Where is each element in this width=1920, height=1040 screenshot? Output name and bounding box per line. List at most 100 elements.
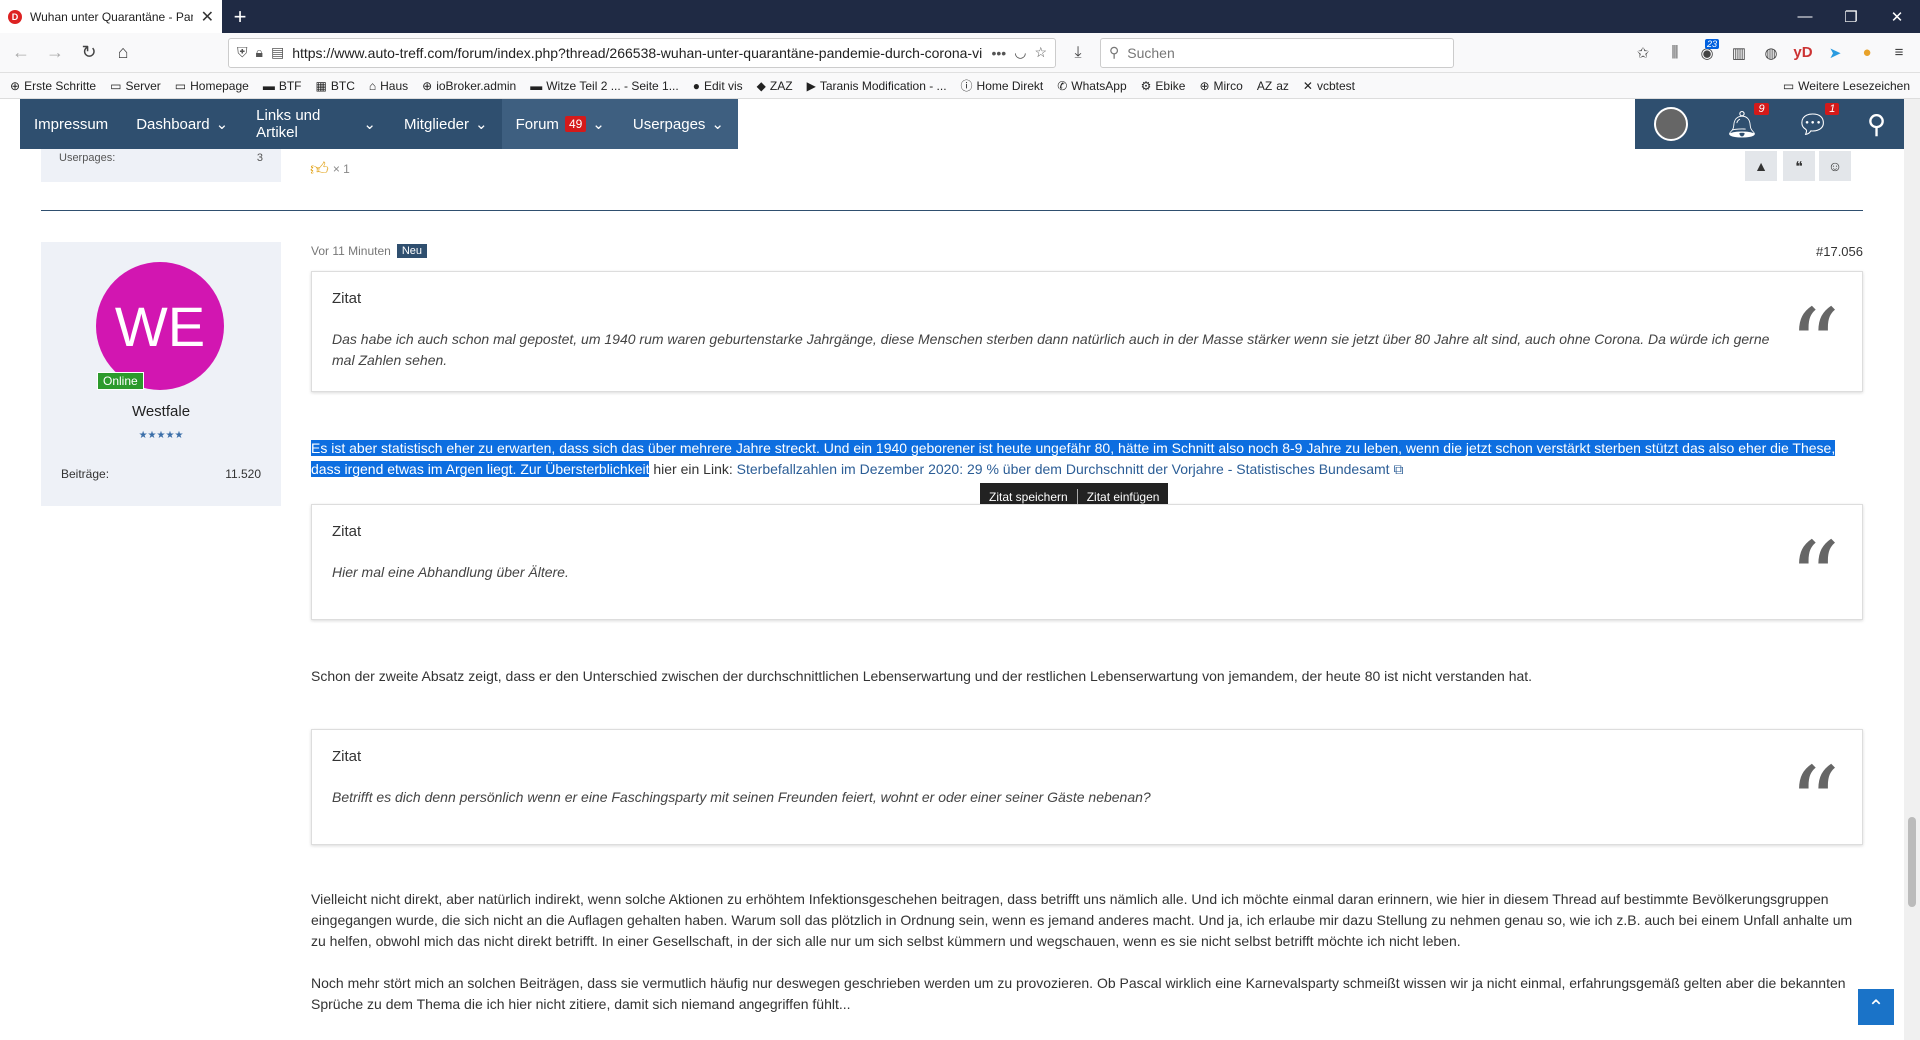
bundesamt-link[interactable]: Sterbefallzahlen im Dezember 2020: 29 % …	[737, 461, 1390, 477]
bookmark-item[interactable]: ▭ Server	[110, 79, 161, 93]
reaction-count: × 1	[332, 162, 350, 176]
sidebar-icon[interactable]: ▥	[1724, 38, 1754, 68]
browser-tab[interactable]: D Wuhan unter Quarantäne - Pan ✕	[0, 0, 222, 33]
url-bar[interactable]: ⛨ 🔒︎ ▤ https://www.auto-treff.com/forum/…	[228, 37, 1056, 68]
post-paragraph: Es ist aber statistisch eher zu erwarten…	[311, 438, 1863, 480]
bookmark-label: Home Direkt	[976, 78, 1044, 93]
username[interactable]: Westfale	[41, 403, 281, 420]
scrollbar-thumb[interactable]	[1908, 817, 1916, 907]
save-quote-button[interactable]: Zitat speichern	[980, 490, 1077, 504]
close-tab-icon[interactable]: ✕	[201, 7, 214, 27]
telegram-icon[interactable]: ➤	[1820, 38, 1850, 68]
globe-icon: ⊕	[1199, 78, 1210, 93]
bookmark-item[interactable]: ⚙ Ebike	[1141, 79, 1186, 93]
nav-forum[interactable]: Forum 49 ⌄	[501, 99, 619, 149]
extension-icon[interactable]: ◉ 23	[1692, 38, 1722, 68]
globe-icon: ⊕	[10, 78, 21, 93]
extension-badge: 23	[1704, 38, 1719, 49]
bookmark-item[interactable]: ⊕ ioBroker.admin	[422, 79, 516, 93]
other-bookmarks[interactable]: ▭ Weitere Lesezeichen	[1783, 79, 1910, 93]
bookmark-item[interactable]: ▬ BTF	[263, 79, 302, 93]
nav-label: Links und Artikel	[256, 107, 321, 141]
pocket-icon[interactable]: ◡	[1014, 44, 1026, 61]
search-icon[interactable]: ⚲	[1867, 109, 1886, 140]
nav-mitglieder[interactable]: Mitglieder ⌄	[390, 99, 502, 149]
quote-text: Das habe ich auch schon mal gepostet, um…	[332, 331, 1770, 368]
search-bar[interactable]: ⚲ Suchen	[1100, 37, 1454, 68]
quote-header: Zitat	[332, 523, 362, 540]
account-icon[interactable]: ◍	[1756, 38, 1786, 68]
post-number[interactable]: #17.056	[1816, 244, 1863, 259]
quote-mark-icon: “	[1788, 287, 1840, 404]
chevron-down-icon: ⌄	[475, 116, 488, 133]
page-actions-icon[interactable]: •••	[992, 45, 1007, 61]
bookmark-item[interactable]: ▶ Taranis Modification - ...	[807, 79, 947, 93]
bookmark-item[interactable]: ◆ ZAZ	[757, 79, 793, 93]
bookmark-item[interactable]: ▦ BTC	[316, 79, 355, 93]
reaction-summary[interactable]: 👍︎ × 1	[310, 158, 350, 180]
bookmarks-bar: ⊕ Erste Schritte ▭ Server ▭ Homepage ▬ BTF ▦ BTC ⌂…	[0, 73, 1920, 99]
download-icon[interactable]: ⤓	[1060, 44, 1096, 62]
bookmark-item[interactable]: AZ az	[1257, 79, 1289, 93]
lock-icon[interactable]: 🔒︎	[256, 44, 263, 61]
witze-icon: ▬	[530, 78, 543, 93]
addon-icon[interactable]: ●	[1852, 38, 1882, 68]
bookmark-item[interactable]: ⌂ Haus	[369, 79, 408, 93]
insert-quote-button[interactable]: Zitat einfügen	[1078, 490, 1169, 504]
report-icon[interactable]: ▲	[1745, 151, 1777, 181]
quote-icon[interactable]: ❝	[1783, 151, 1815, 181]
post-paragraph: Vielleicht nicht direkt, aber natürlich …	[311, 891, 1853, 949]
conversations-icon[interactable]: 💬︎ 1	[1796, 102, 1840, 140]
bookmark-item[interactable]: ⊕ Mirco	[1199, 79, 1242, 93]
minimize-icon[interactable]: —	[1782, 0, 1828, 33]
user-avatar-large[interactable]: WE	[96, 262, 224, 390]
back-button[interactable]: ←	[6, 38, 36, 68]
post-time[interactable]: Vor 11 Minuten	[311, 244, 391, 258]
home-button[interactable]: ⌂	[108, 38, 138, 68]
user-avatar[interactable]	[1653, 107, 1688, 141]
quote-header: Zitat	[332, 290, 362, 307]
restore-icon[interactable]: ❐	[1828, 0, 1874, 33]
nav-impressum[interactable]: Impressum	[20, 99, 122, 149]
shield-icon[interactable]: ⛨	[237, 44, 248, 61]
close-window-icon[interactable]: ✕	[1874, 0, 1920, 33]
page-scrollbar[interactable]	[1904, 99, 1920, 1040]
quote-text: Betrifft es dich denn persönlich wenn er…	[332, 789, 1151, 805]
yd-icon[interactable]: yD	[1788, 38, 1818, 68]
library-icon[interactable]: ⫼	[1660, 38, 1690, 68]
new-tab-button[interactable]: +	[222, 0, 258, 33]
bookmark-item[interactable]: ● Edit vis	[693, 79, 743, 93]
user-rank-stars: ★★★★★	[138, 430, 184, 441]
quote-block: Zitat Hier mal eine Abhandlung über Älte…	[311, 504, 1863, 629]
bookmark-item[interactable]: ⓘ Home Direkt	[961, 77, 1044, 94]
nav-dashboard[interactable]: Dashboard ⌄	[122, 99, 242, 149]
menu-icon[interactable]: ≡	[1884, 38, 1914, 68]
userpages-value: 3	[256, 152, 263, 164]
bookmark-item[interactable]: ⊕ Erste Schritte	[10, 79, 96, 93]
site-navigation: Impressum Dashboard ⌄ Links und Artikel ⌄ …	[20, 99, 738, 149]
bookmark-item[interactable]: ▬ Witze Teil 2 ... - Seite 1...	[530, 79, 679, 93]
nav-userpages[interactable]: Userpages ⌄	[618, 99, 738, 149]
search-icon: ⚲	[1109, 44, 1120, 60]
posts-label: Beiträge:	[61, 467, 110, 481]
bookmarks-star-icon[interactable]: ✩	[1628, 38, 1658, 68]
paragraph-text: hier ein Link:	[649, 461, 737, 477]
tab-title: Wuhan unter Quarantäne - Pan	[30, 9, 193, 24]
forward-button[interactable]: →	[40, 38, 70, 68]
nav-links-und-artikel[interactable]: Links und Artikel ⌄	[242, 99, 390, 149]
bookmark-item[interactable]: ✆ WhatsApp	[1057, 79, 1126, 93]
bookmark-label: Mirco	[1213, 78, 1243, 93]
user-stat-posts: Beiträge: 11.520	[61, 467, 261, 481]
reload-button[interactable]: ↻	[74, 38, 104, 68]
quote-block: Zitat Das habe ich auch schon mal gepost…	[311, 271, 1863, 396]
quote-block: Zitat Betrifft es dich denn persönlich w…	[311, 729, 1863, 854]
nav-label: Forum	[515, 115, 559, 133]
bookmark-item[interactable]: ✕ vcbtest	[1303, 79, 1355, 93]
bookmark-star-icon[interactable]: ☆	[1034, 44, 1047, 61]
bookmark-item[interactable]: ▭ Homepage	[175, 79, 249, 93]
url-text[interactable]: https://www.auto-treff.com/forum/index.p…	[292, 45, 983, 61]
notifications-bell-icon[interactable]: 🔔︎ 9	[1726, 102, 1769, 140]
scroll-to-top-button[interactable]: ⌃	[1858, 989, 1894, 1025]
edit-vis-icon: ●	[692, 78, 700, 93]
smiley-icon[interactable]: ☺	[1819, 151, 1851, 181]
